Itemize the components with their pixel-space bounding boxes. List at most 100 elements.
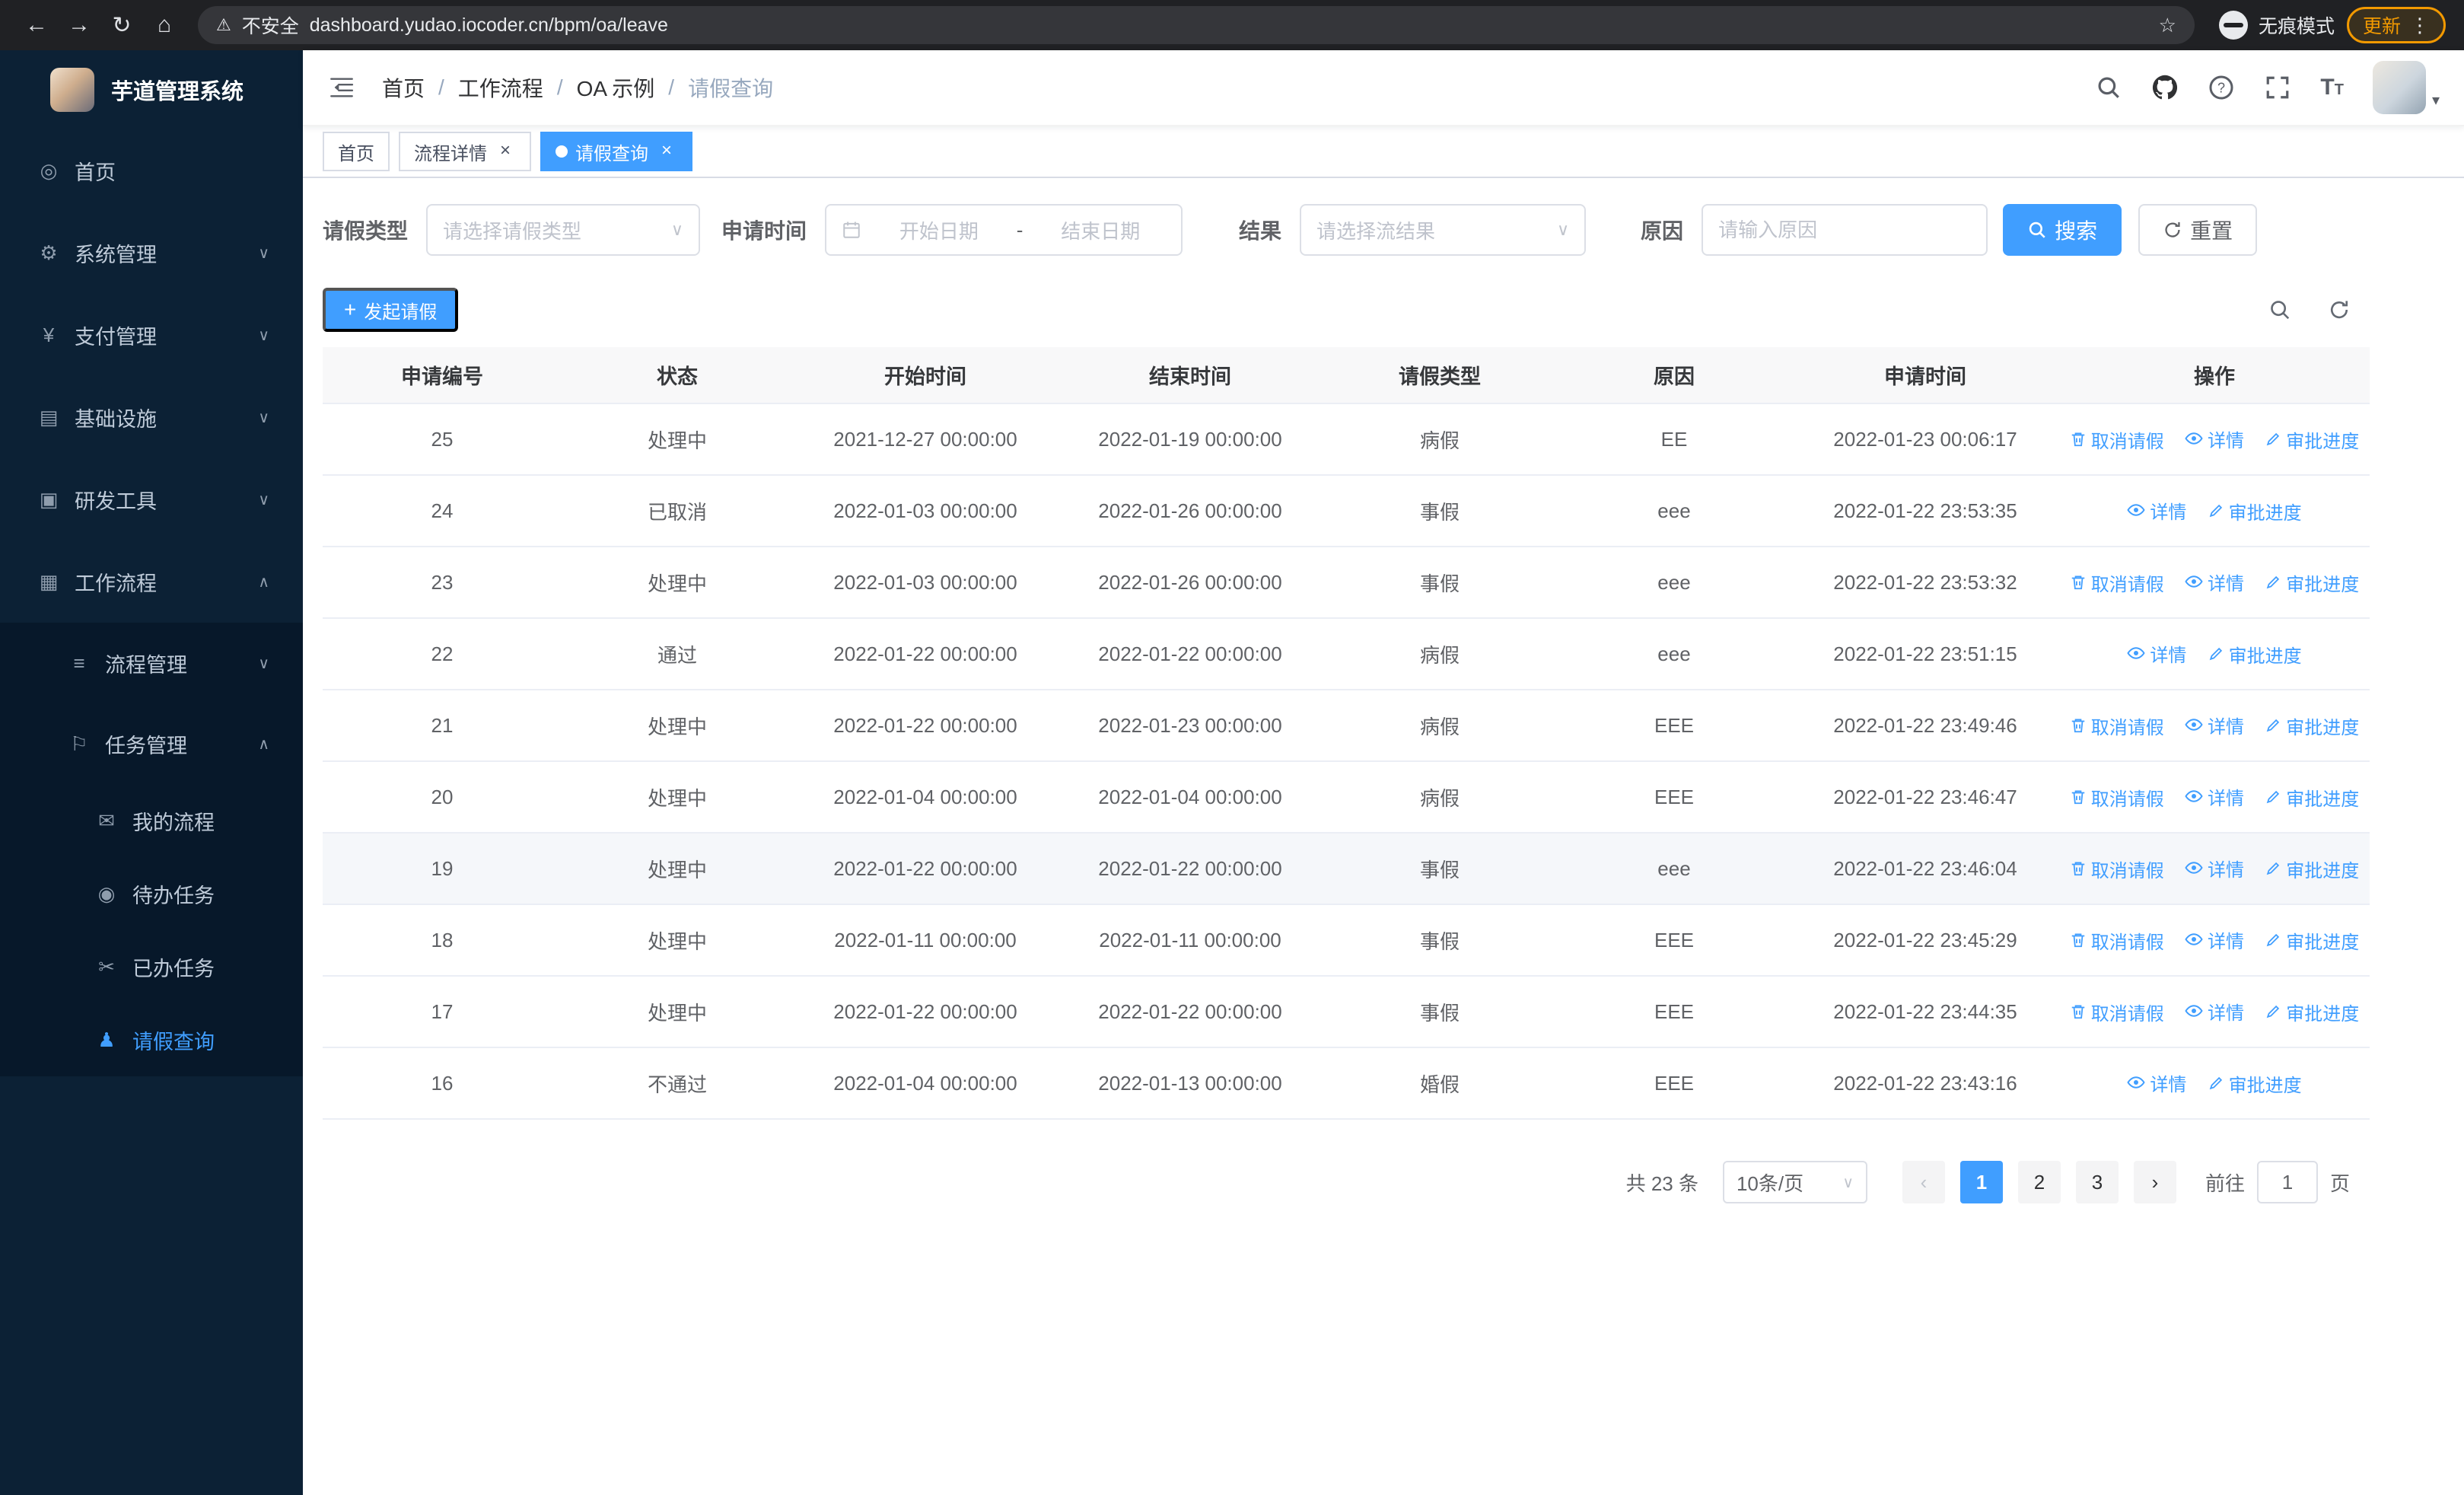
cancel-leave-link[interactable]: 取消请假 [2070,999,2164,1025]
cell-start-time: 2022-01-22 00:00:00 [793,690,1058,762]
sidebar-item-todo-tasks[interactable]: ◉ 待办任务 [0,857,303,930]
table-row: 18 处理中 2022-01-11 00:00:00 2022-01-11 00… [323,904,2370,977]
back-icon[interactable]: ← [15,4,58,46]
search-button[interactable]: 搜索 [2003,204,2122,256]
approval-progress-link[interactable]: 审批进度 [2265,856,2359,882]
cancel-leave-link[interactable]: 取消请假 [2070,856,2164,882]
close-icon[interactable]: × [495,141,516,162]
approval-progress-link[interactable]: 审批进度 [2265,426,2359,453]
sidebar-item-task-management[interactable]: ⚐ 任务管理 ∧ [0,703,303,784]
page-button-2[interactable]: 2 [2017,1161,2061,1203]
bookmark-star-icon[interactable]: ☆ [2159,14,2176,37]
page-button-1[interactable]: 1 [1959,1161,2003,1203]
sidebar-item-my-process[interactable]: ✉ 我的流程 [0,784,303,857]
cell-apply-id: 21 [323,690,562,762]
approval-progress-link[interactable]: 审批进度 [2208,641,2302,668]
apply-time-range-picker[interactable]: 开始日期 - 结束日期 [825,204,1183,256]
font-size-icon[interactable]: TT [2320,75,2344,100]
briefcase-icon: ▦ [39,569,59,593]
tab-process-detail[interactable]: 流程详情 × [399,132,531,171]
chevron-down-icon: ∨ [258,244,269,262]
search-icon[interactable] [2095,74,2122,101]
cancel-leave-link[interactable]: 取消请假 [2070,712,2164,739]
cell-end-time: 2022-01-26 00:00:00 [1058,547,1323,619]
warning-icon: ⚠ [216,15,231,34]
fullscreen-icon[interactable] [2264,74,2291,101]
home-icon[interactable]: ⌂ [143,4,186,46]
next-page-button[interactable]: › [2133,1161,2176,1203]
breadcrumb-oa-example[interactable]: OA 示例 [577,72,655,103]
sidebar-item-infrastructure[interactable]: ▤ 基础设施 ∨ [0,376,303,458]
breadcrumb-workflow[interactable]: 工作流程 [458,72,543,103]
sidebar-item-system[interactable]: ⚙ 系统管理 ∨ [0,212,303,294]
detail-link[interactable]: 详情 [2185,783,2244,810]
detail-link[interactable]: 详情 [2127,640,2186,667]
sidebar-item-home[interactable]: ◎ 首页 [0,129,303,212]
list-icon: ≡ [73,651,85,674]
sidebar-item-workflow[interactable]: ▦ 工作流程 ∧ [0,540,303,623]
approval-progress-link[interactable]: 审批进度 [2265,569,2359,596]
detail-link[interactable]: 详情 [2185,926,2244,953]
tab-home[interactable]: 首页 [323,132,390,171]
col-status: 状态 [562,347,793,404]
incognito-label: 无痕模式 [2258,16,2335,37]
close-icon[interactable]: × [656,141,677,162]
tab-leave-query[interactable]: 请假查询 × [540,132,692,171]
browser-update-button[interactable]: 更新 ⋮ [2346,7,2446,43]
approval-progress-link[interactable]: 审批进度 [2265,927,2359,954]
sidebar-item-process-management[interactable]: ≡ 流程管理 ∨ [0,623,303,703]
goto-page-input[interactable] [2256,1161,2318,1203]
refresh-icon[interactable] [2327,298,2351,322]
approval-progress-link[interactable]: 审批进度 [2265,784,2359,811]
reload-icon[interactable]: ↻ [100,4,143,46]
cancel-leave-link[interactable]: 取消请假 [2070,569,2164,596]
cell-apply-id: 22 [323,618,562,690]
github-icon[interactable] [2151,74,2179,101]
page-size-select[interactable]: 10条/页 ∨ [1722,1161,1867,1203]
approval-progress-link[interactable]: 审批进度 [2265,712,2359,739]
start-date-placeholder[interactable]: 开始日期 [874,216,1004,244]
detail-link[interactable]: 详情 [2185,426,2244,452]
prev-page-button[interactable]: ‹ [1902,1161,1945,1203]
detail-link[interactable]: 详情 [2185,569,2244,595]
detail-link[interactable]: 详情 [2127,497,2186,524]
approval-progress-link[interactable]: 审批进度 [2208,1070,2302,1097]
approval-progress-link[interactable]: 审批进度 [2265,999,2359,1025]
sidebar-item-leave-query[interactable]: ♟ 请假查询 [0,1003,303,1076]
sidebar-item-devtools[interactable]: ▣ 研发工具 ∨ [0,458,303,540]
address-bar[interactable]: ⚠ 不安全 dashboard.yudao.iocoder.cn/bpm/oa/… [198,6,2195,44]
pagination: 共 23 条 10条/页 ∨ ‹ 1 2 3 › 前往 页 [323,1161,2370,1203]
detail-link[interactable]: 详情 [2185,998,2244,1025]
browser-menu-icon[interactable]: ⋮ [2410,14,2430,37]
page-button-3[interactable]: 3 [2075,1161,2119,1203]
user-menu[interactable]: ▾ [2372,61,2440,114]
cell-operations: 详情 审批进度 [2059,1047,2370,1120]
detail-link[interactable]: 详情 [2185,855,2244,881]
cell-apply-time: 2022-01-22 23:46:47 [1791,761,2059,834]
avatar[interactable] [2372,61,2426,114]
create-leave-button[interactable]: + 发起请假 [323,288,459,332]
result-select[interactable]: 请选择流结果 ∨ [1300,204,1587,256]
reason-input[interactable] [1702,204,1988,256]
cancel-leave-link[interactable]: 取消请假 [2070,927,2164,954]
detail-link[interactable]: 详情 [2127,1069,2186,1096]
reset-button[interactable]: 重置 [2138,204,2258,256]
sidebar-item-done-tasks[interactable]: ✂ 已办任务 [0,930,303,1003]
table-row: 25 处理中 2021-12-27 00:00:00 2022-01-19 00… [323,403,2370,476]
cancel-leave-link[interactable]: 取消请假 [2070,784,2164,811]
collapse-sidebar-icon[interactable] [327,71,361,104]
cancel-leave-link[interactable]: 取消请假 [2070,426,2164,453]
breadcrumb-home[interactable]: 首页 [382,72,425,103]
sidebar-item-payment[interactable]: ¥ 支付管理 ∨ [0,294,303,376]
detail-link[interactable]: 详情 [2185,712,2244,738]
security-label[interactable]: 不安全 [242,11,299,39]
leave-type-select[interactable]: 请选择请假类型 ∨ [426,204,701,256]
app-logo[interactable]: 芋道管理系统 [0,50,303,129]
help-icon[interactable]: ? [2208,74,2235,101]
forward-icon[interactable]: → [58,4,100,46]
end-date-placeholder[interactable]: 结束日期 [1035,216,1166,244]
approval-progress-link[interactable]: 审批进度 [2208,498,2302,524]
leave-type-label: 请假类型 [323,219,409,243]
toggle-search-icon[interactable] [2268,298,2292,322]
table-toolbar: + 发起请假 [323,288,2370,332]
